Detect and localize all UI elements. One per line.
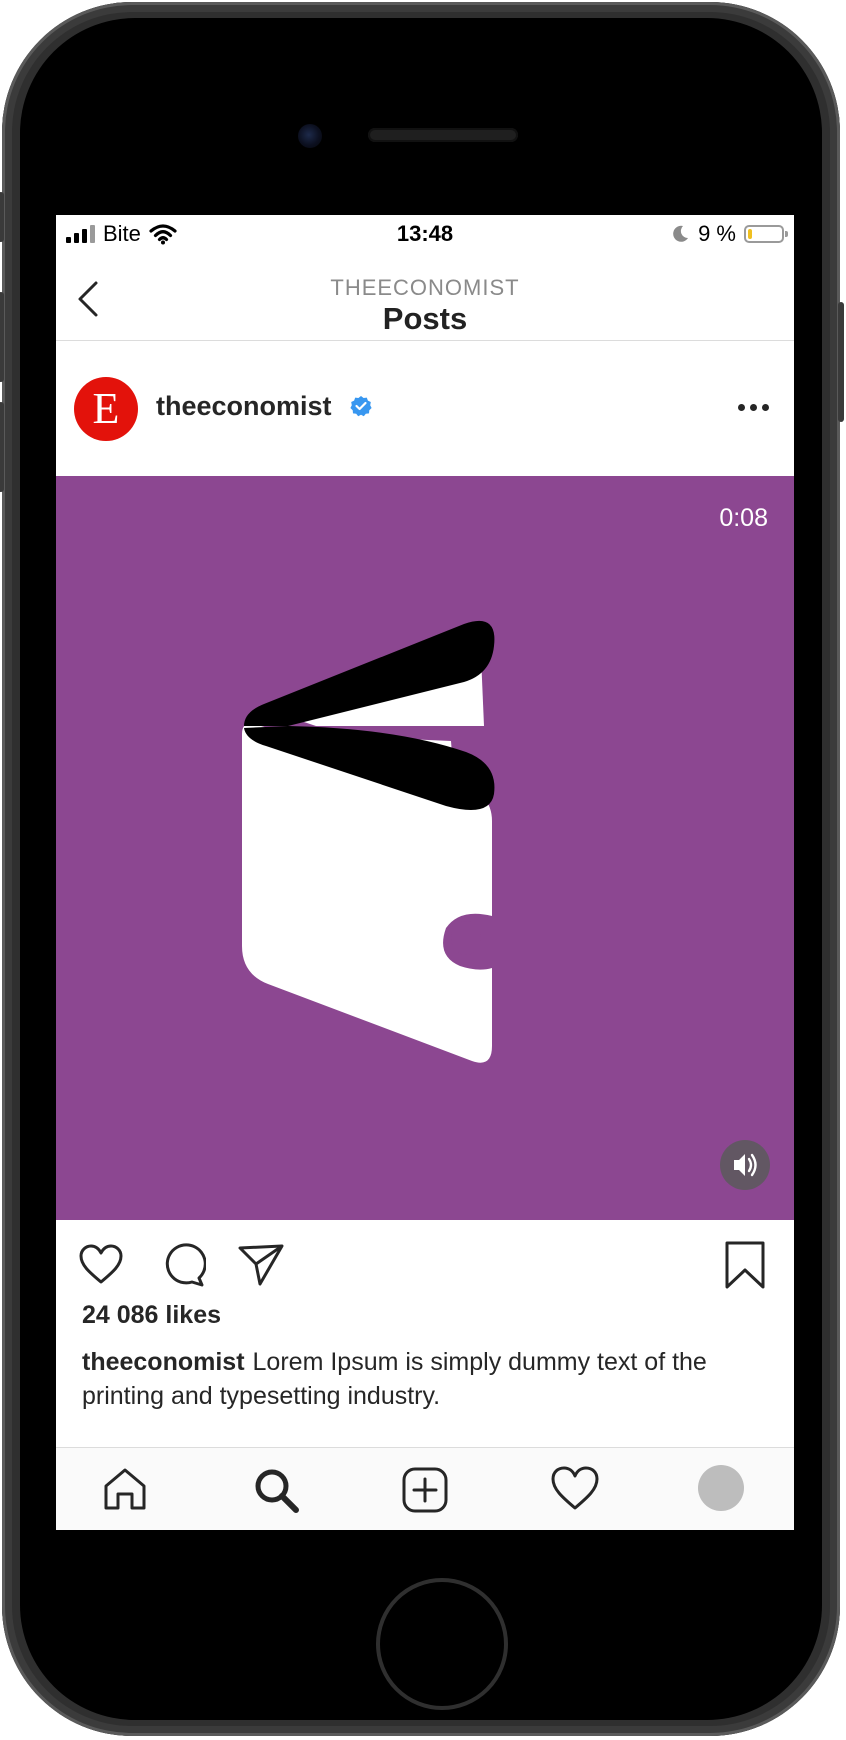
caption-username[interactable]: theeconomist (82, 1348, 245, 1376)
earpiece-speaker (368, 128, 518, 142)
post-header: E theeconomist (56, 341, 794, 476)
status-bar: Bite 13:48 9 % (56, 215, 794, 255)
verified-icon (350, 396, 372, 417)
post-actions (56, 1220, 794, 1310)
nav-header: THEECONOMIST Posts (56, 255, 794, 341)
post-caption: theeconomist Lorem Ipsum is simply dummy … (82, 1345, 772, 1413)
post-video[interactable]: 0:08 (56, 476, 794, 1220)
bottom-tab-bar (56, 1447, 794, 1530)
bookmark-icon[interactable] (724, 1240, 766, 1290)
likes-count[interactable]: 24 086 likes (82, 1301, 221, 1330)
battery-percent: 9 % (698, 221, 736, 246)
mute-switch (0, 192, 4, 242)
volume-icon[interactable] (720, 1140, 770, 1190)
wallet-illustration (242, 620, 495, 1063)
home-icon[interactable] (102, 1466, 148, 1512)
page-title: Posts (382, 301, 468, 336)
avatar[interactable]: E (74, 377, 138, 441)
profile-icon[interactable] (698, 1465, 744, 1511)
post-username[interactable]: theeconomist (156, 391, 332, 422)
add-icon[interactable] (401, 1466, 449, 1514)
power-button (838, 302, 844, 422)
activity-icon[interactable] (550, 1466, 600, 1512)
home-button[interactable] (376, 1578, 508, 1710)
heart-icon[interactable] (78, 1244, 124, 1286)
battery-icon (744, 225, 788, 243)
front-camera (298, 124, 322, 148)
nav-subtitle: THEECONOMIST (330, 275, 520, 300)
video-timer: 0:08 (719, 504, 768, 532)
app-screen: Bite 13:48 9 % THEECONOMIST Posts E thee… (56, 215, 794, 1530)
volume-up-button (0, 292, 4, 382)
comment-icon[interactable] (160, 1242, 206, 1288)
phone-frame: Bite 13:48 9 % THEECONOMIST Posts E thee… (0, 2, 844, 1736)
search-icon[interactable] (252, 1466, 300, 1514)
volume-down-button (0, 402, 4, 492)
share-icon[interactable] (236, 1242, 286, 1288)
more-icon[interactable] (738, 397, 772, 417)
moon-icon (673, 225, 689, 242)
